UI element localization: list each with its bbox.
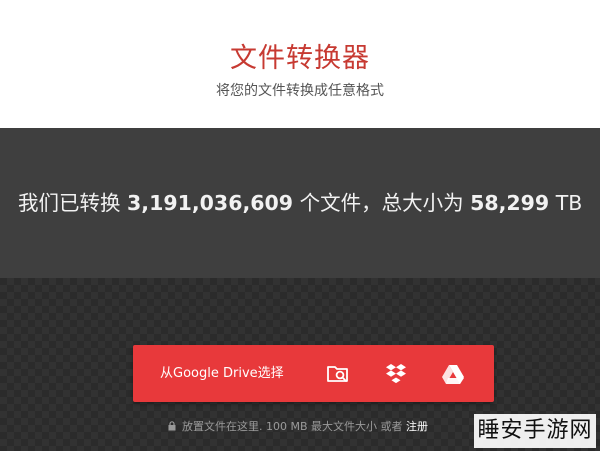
site-watermark: 睡安手游网: [474, 414, 596, 448]
files-converted-count: 3,191,036,609: [127, 191, 294, 215]
lock-icon: [168, 421, 176, 434]
choose-from-google-drive-button[interactable]: 从Google Drive选择: [160, 345, 284, 402]
stats-prefix: 我们已转换: [18, 191, 128, 215]
google-drive-icon[interactable]: [438, 359, 468, 389]
folder-search-icon[interactable]: [323, 359, 353, 389]
page-subtitle: 将您的文件转换成任意格式: [216, 83, 384, 99]
page-title: 文件转换器: [230, 43, 370, 74]
total-size-value: 58,299: [470, 191, 550, 215]
drop-files-note: 放置文件在这里. 100 MB 最大文件大小 或者 注册: [168, 418, 428, 434]
drop-files-note-text: 放置文件在这里. 100 MB 最大文件大小 或者: [182, 420, 407, 433]
stats-middle: 个文件，总大小为: [293, 191, 471, 215]
conversion-stats-banner: 我们已转换 3,191,036,609 个文件，总大小为 58,299 TB: [0, 128, 600, 278]
dropbox-icon[interactable]: [381, 359, 411, 389]
upload-toolbar: 从Google Drive选择: [133, 345, 494, 402]
stats-suffix: TB: [549, 191, 583, 215]
page-header: 文件转换器 将您的文件转换成任意格式: [0, 0, 600, 129]
conversion-stats-text: 我们已转换 3,191,036,609 个文件，总大小为 58,299 TB: [18, 186, 582, 216]
signup-link[interactable]: 注册: [406, 420, 428, 433]
